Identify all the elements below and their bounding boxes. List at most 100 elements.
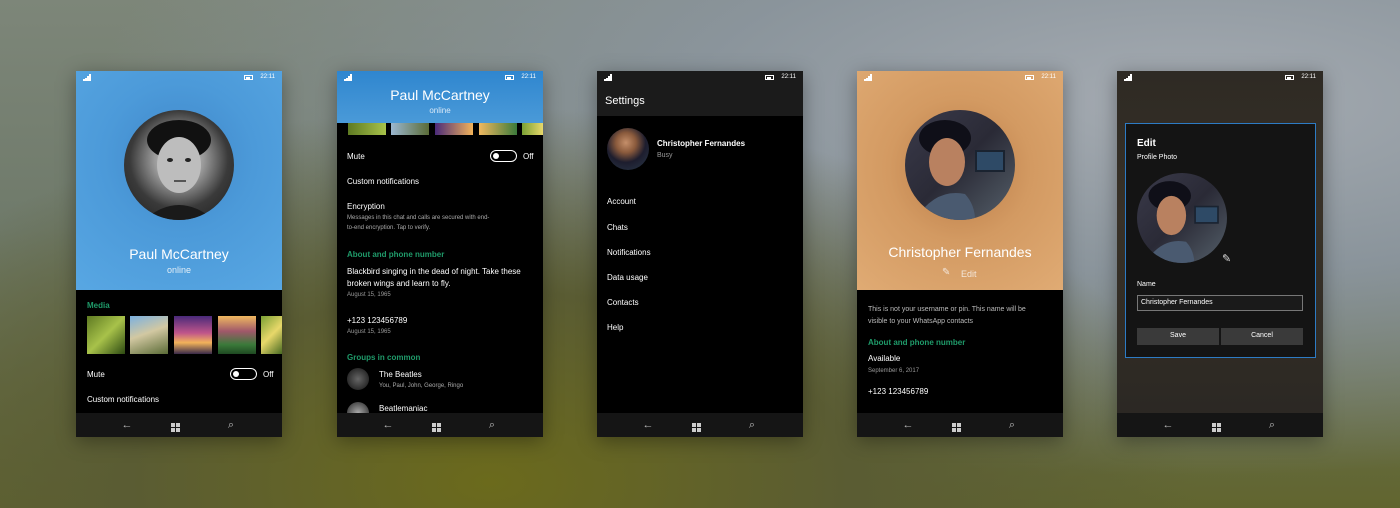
contact-presence: online (429, 106, 451, 115)
edit-link[interactable]: Edit (961, 269, 977, 279)
about-date: September 6, 2017 (868, 368, 920, 374)
phone-screen-my-profile: 22:11 Christopher Fernandes ✎ Edit This … (857, 71, 1063, 437)
back-arrow-icon[interactable]: ← (900, 419, 916, 431)
phone-screen-edit-dialog: 22:11 Edit Profile Photo ✎ Name Christop… (1117, 71, 1323, 437)
media-thumbnail[interactable] (522, 123, 543, 135)
profile-name[interactable]: Christopher Fernandes (657, 139, 745, 148)
media-thumbnail[interactable] (391, 123, 429, 135)
mute-toggle[interactable] (230, 368, 257, 380)
about-value[interactable]: Available (868, 354, 900, 363)
settings-item-account[interactable]: Account (607, 197, 636, 206)
battery-icon (244, 75, 253, 80)
settings-item-chats[interactable]: Chats (607, 223, 628, 232)
contact-avatar[interactable] (124, 110, 234, 220)
phone-number: +123 123456789 (868, 387, 929, 396)
phone-number[interactable]: +123 123456789 (347, 316, 407, 325)
profile-avatar[interactable] (1137, 173, 1227, 263)
name-input[interactable]: Christopher Fernandes (1137, 295, 1303, 311)
signal-icon (1124, 74, 1132, 81)
status-bar: 22:11 (597, 71, 803, 85)
groups-section-header: Groups in common (347, 353, 421, 362)
status-time: 22:11 (260, 74, 275, 80)
encryption-description: Messages in this chat and calls are secu… (347, 215, 490, 221)
back-arrow-icon[interactable]: ← (1160, 419, 1176, 431)
media-thumbnail[interactable] (87, 316, 125, 354)
mute-state: Off (263, 370, 274, 379)
dialog-title: Edit (1137, 138, 1156, 149)
search-icon[interactable]: ⌕ (223, 419, 239, 432)
navigation-bar: ← ⌕ (337, 413, 543, 437)
save-button-label: Save (1170, 332, 1186, 339)
signal-icon (864, 74, 872, 81)
status-time: 22:11 (1301, 74, 1316, 80)
media-thumbnail[interactable] (479, 123, 517, 135)
settings-item-notifications[interactable]: Notifications (607, 248, 651, 257)
settings-item-contacts[interactable]: Contacts (607, 298, 639, 307)
media-thumbnail[interactable] (130, 316, 168, 354)
encryption-title[interactable]: Encryption (347, 202, 385, 211)
media-thumbnail[interactable] (435, 123, 473, 135)
status-time: 22:11 (521, 74, 536, 80)
about-date: August 15, 1965 (347, 292, 391, 298)
contact-name: Paul McCartney (390, 87, 490, 103)
profile-photo-label: Profile Photo (1137, 154, 1178, 161)
group-name[interactable]: The Beatles (379, 370, 422, 379)
cancel-button-label: Cancel (1251, 332, 1273, 339)
pencil-icon[interactable]: ✎ (1222, 252, 1231, 265)
profile-name: Christopher Fernandes (888, 244, 1032, 260)
windows-start-icon[interactable] (432, 418, 448, 432)
navigation-bar: ← ⌕ (1117, 413, 1323, 437)
profile-status: Busy (657, 152, 673, 159)
search-icon[interactable]: ⌕ (484, 419, 500, 432)
mute-toggle[interactable] (490, 150, 517, 162)
cancel-button[interactable]: Cancel (1221, 328, 1303, 345)
name-field-label: Name (1137, 281, 1156, 288)
name-notice: visible to your WhatsApp contacts (868, 318, 974, 325)
about-section-header: About and phone number (347, 250, 445, 259)
status-time: 22:11 (781, 74, 796, 80)
group-name[interactable]: Beatlemaniac (379, 404, 427, 413)
media-thumbnail[interactable] (348, 123, 386, 135)
navigation-bar: ← ⌕ (76, 413, 282, 437)
phone-date: August 15, 1965 (347, 329, 391, 335)
profile-avatar[interactable] (905, 110, 1015, 220)
name-input-value: Christopher Fernandes (1141, 299, 1213, 306)
signal-icon (604, 74, 612, 81)
back-arrow-icon[interactable]: ← (380, 419, 396, 431)
custom-notifications-item[interactable]: Custom notifications (347, 177, 419, 186)
media-thumbnail[interactable] (174, 316, 212, 354)
contact-name: Paul McCartney (129, 246, 229, 262)
back-arrow-icon[interactable]: ← (640, 419, 656, 431)
about-section-header: About and phone number (868, 338, 966, 347)
windows-start-icon[interactable] (171, 418, 187, 432)
save-button[interactable]: Save (1137, 328, 1219, 345)
search-icon[interactable]: ⌕ (744, 419, 760, 432)
battery-icon (1285, 75, 1294, 80)
windows-start-icon[interactable] (952, 418, 968, 432)
phone-screen-contact-profile: 22:11 Paul McCartney online Media Mute O… (76, 71, 282, 437)
signal-icon (83, 74, 91, 81)
status-bar: 22:11 (857, 71, 1063, 85)
status-bar: 22:11 (1117, 71, 1323, 85)
windows-start-icon[interactable] (692, 418, 708, 432)
pencil-icon[interactable]: ✎ (942, 267, 950, 278)
mute-label: Mute (347, 152, 365, 161)
settings-item-help[interactable]: Help (607, 323, 623, 332)
phone-screen-settings: 22:11 Settings Christopher Fernandes Bus… (597, 71, 803, 437)
media-thumbnail[interactable] (218, 316, 256, 354)
back-arrow-icon[interactable]: ← (119, 419, 135, 431)
profile-avatar[interactable] (607, 128, 649, 170)
profile-photo (915, 120, 1005, 220)
battery-icon (1025, 75, 1034, 80)
contact-photo (144, 120, 214, 220)
windows-start-icon[interactable] (1212, 418, 1228, 432)
custom-notifications-item[interactable]: Custom notifications (87, 395, 159, 404)
search-icon[interactable]: ⌕ (1004, 419, 1020, 432)
settings-item-data-usage[interactable]: Data usage (607, 273, 648, 282)
media-thumbnail[interactable] (261, 316, 282, 354)
status-bar: 22:11 (76, 71, 282, 85)
search-icon[interactable]: ⌕ (1264, 419, 1280, 432)
group-avatar (347, 368, 369, 390)
about-text: broken wings and learn to fly. (347, 279, 451, 288)
page-title: Settings (605, 95, 645, 107)
